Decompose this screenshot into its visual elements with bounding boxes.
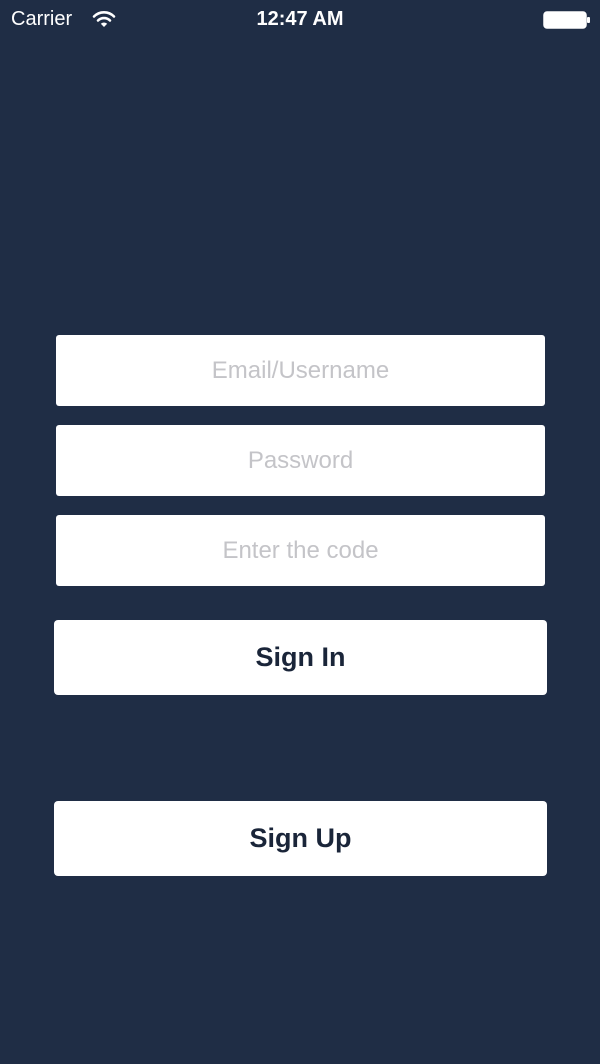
password-input[interactable] — [56, 425, 545, 496]
password-field[interactable] — [56, 425, 545, 496]
email-field[interactable] — [56, 335, 545, 406]
login-screen: Carrier 12:47 AM Sign In Sign Up — [0, 0, 600, 1064]
sign-up-button[interactable]: Sign Up — [54, 801, 547, 876]
code-input[interactable] — [56, 515, 545, 586]
email-input[interactable] — [56, 335, 545, 406]
sign-in-button[interactable]: Sign In — [54, 620, 547, 695]
status-time: 12:47 AM — [256, 8, 344, 30]
status-bar: Carrier 12:47 AM — [0, 0, 600, 40]
battery-icon — [543, 11, 590, 29]
code-field[interactable] — [56, 515, 545, 586]
